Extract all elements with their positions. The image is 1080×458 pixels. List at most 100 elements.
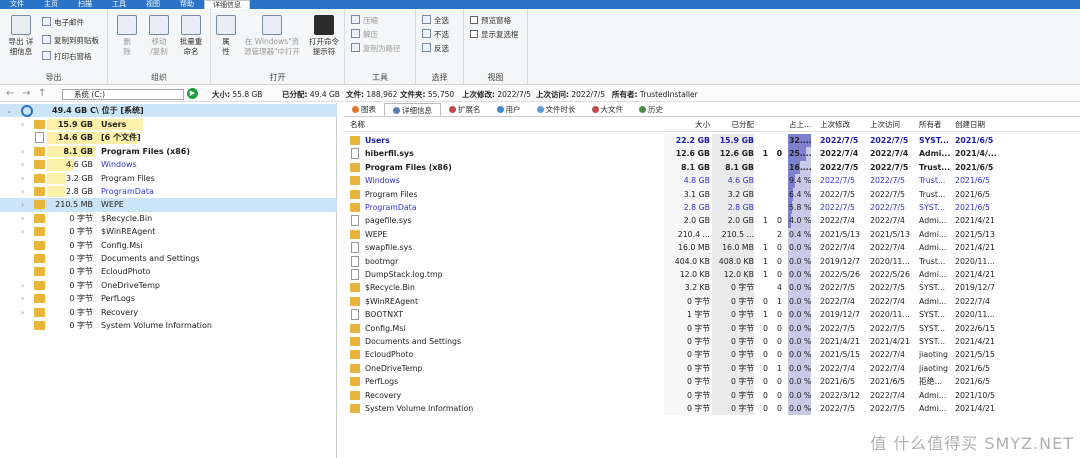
show-checkboxes-checkbox[interactable]: 显示复选框 <box>470 29 519 40</box>
table-row[interactable]: Program Files (x86) 8.1 GB 8.1 GB 16.... 202… <box>344 160 1080 175</box>
tab-1[interactable]: 主页 <box>34 0 68 9</box>
table-row[interactable]: Documents and Settings 0 字节 0 字节 0 0 0.0 % 202… <box>344 335 1080 349</box>
table-row[interactable]: Program Files 3.1 GB 3.2 GB 6.4 % 2022/7/5 20… <box>344 187 1080 201</box>
table-row[interactable]: Windows 4.8 GB 4.6 GB 9.4 % 2022/7/5 2022/7/5… <box>344 174 1080 188</box>
tree-item[interactable]: › 0 字节 OneDriveTemp <box>0 279 337 292</box>
chevron-right-icon[interactable]: › <box>21 172 24 185</box>
tree-item[interactable]: › 15.9 GB Users <box>0 118 337 131</box>
cell-accessed: 2020/11... <box>870 256 910 266</box>
table-row[interactable]: $Recycle.Bin 3.2 KB 0 字节 4 0.0 % 2022/7/5 2022… <box>344 281 1080 295</box>
up-icon[interactable]: ↑ <box>38 88 46 99</box>
chevron-right-icon[interactable]: › <box>21 292 24 305</box>
view-tab-0[interactable]: 图表 <box>344 103 384 116</box>
tree-item[interactable]: › 0 字节 Recovery <box>0 306 337 319</box>
tree-item[interactable]: › 3.2 GB Program Files <box>0 172 337 185</box>
header-size[interactable]: 大小 <box>664 118 710 132</box>
view-tab-5[interactable]: 大文件 <box>584 103 632 116</box>
copy-clipboard-button[interactable]: 复制到剪贴板 <box>42 35 99 46</box>
copy-path-button[interactable]: 复制为路径 <box>351 43 401 54</box>
tab-4[interactable]: 视图 <box>136 0 170 9</box>
tree-item[interactable]: 0 字节 Documents and Settings <box>0 252 337 265</box>
table-row[interactable]: Config.Msi 0 字节 0 字节 0 0 0.0 % 2022/7/5 2022/7/… <box>344 321 1080 335</box>
tree-item[interactable]: 14.6 GB [6 个文件] <box>0 131 337 144</box>
tab-2[interactable]: 扫描 <box>68 0 102 9</box>
preview-pane-checkbox[interactable]: 预览窗格 <box>470 15 511 26</box>
print-pane-button[interactable]: 打印右窗格 <box>42 51 92 62</box>
cell-size: 0 字节 <box>664 402 710 416</box>
delete-button[interactable]: 删 除 <box>114 15 140 57</box>
table-row[interactable]: BOOTNXT 1 字节 0 字节 1 0 0.0 % 2019/12/7 2020/11..… <box>344 308 1080 322</box>
chevron-right-icon[interactable]: › <box>21 145 24 158</box>
folder-icon <box>350 404 360 413</box>
chevron-down-icon[interactable]: ⌄ <box>6 104 13 117</box>
tree-item[interactable]: 0 字节 Config.Msi <box>0 239 337 252</box>
table-row[interactable]: EcloudPhoto 0 字节 0 字节 0 0 0.0 % 2021/5/15 2022/… <box>344 348 1080 362</box>
email-button[interactable]: 电子邮件 <box>42 17 84 28</box>
back-icon[interactable]: ← <box>6 88 14 99</box>
table-row[interactable]: PerfLogs 0 字节 0 字节 0 0 0.0 % 2021/6/5 2021/6/5 拒… <box>344 375 1080 389</box>
stat-size-value: 55.8 GB <box>232 90 263 99</box>
tree-item[interactable]: › 0 字节 $Recycle.Bin <box>0 212 337 225</box>
header-modified[interactable]: 上次修改 <box>820 118 850 132</box>
compress-button[interactable]: 压缩 <box>351 15 378 26</box>
tab-5[interactable]: 帮助 <box>170 0 204 9</box>
chevron-right-icon[interactable]: › <box>21 118 24 131</box>
tab-0[interactable]: 文件 <box>0 0 34 9</box>
header-accessed[interactable]: 上次访问 <box>870 118 900 132</box>
tab-3[interactable]: 工具 <box>102 0 136 9</box>
table-row[interactable]: swapfile.sys 16.0 MB 16.0 MB 1 0 0.0 % 2022/7/… <box>344 241 1080 255</box>
header-name[interactable]: 名称 <box>350 118 365 132</box>
select-none-button[interactable]: 不选 <box>422 29 449 40</box>
chevron-right-icon[interactable]: › <box>21 279 24 292</box>
open-explorer-button[interactable]: 在 Windows"资 源管理器"中打开 <box>239 15 305 57</box>
scan-button[interactable]: ▶ <box>187 88 198 99</box>
header-created[interactable]: 创建日期 <box>955 118 985 132</box>
batch-rename-button[interactable]: 批量重 命名 <box>174 15 208 57</box>
chevron-right-icon[interactable]: › <box>21 158 24 171</box>
view-tab-1[interactable]: 详细信息 <box>384 103 441 116</box>
table-row[interactable]: System Volume Information 0 字节 0 字节 0 0 0.0 %… <box>344 402 1080 416</box>
tree-item[interactable]: › 8.1 GB Program Files (x86) <box>0 145 337 158</box>
table-row[interactable]: pagefile.sys 2.0 GB 2.0 GB 1 0 4.0 % 2022/7/4 2… <box>344 214 1080 228</box>
header-allocated[interactable]: 已分配 <box>712 118 755 132</box>
drive-select[interactable]: 系统 (C:) <box>62 89 184 100</box>
tree-item[interactable]: › 0 字节 $WinREAgent <box>0 225 337 238</box>
tree-item[interactable]: 0 字节 System Volume Information <box>0 319 337 332</box>
table-row[interactable]: ProgramData 2.8 GB 2.8 GB 5.8 % 2022/7/5 2022… <box>344 201 1080 215</box>
export-details-button[interactable]: 导出 详 细信息 <box>4 15 38 57</box>
tree-item[interactable]: 0 字节 EcloudPhoto <box>0 265 337 278</box>
tree-root[interactable]: ⌄ 49.4 GB C\ 位于 [系统] <box>0 104 337 118</box>
table-row[interactable]: $WinREAgent 0 字节 0 字节 0 1 0.0 % 2022/7/4 2022/7… <box>344 294 1080 309</box>
chevron-right-icon[interactable]: › <box>21 198 24 211</box>
view-tab-6[interactable]: 历史 <box>631 103 671 116</box>
open-cmd-button[interactable]: 打开命令 提示符 <box>305 15 343 57</box>
view-tab-3[interactable]: 用户 <box>489 103 529 116</box>
properties-button[interactable]: 属 性 <box>215 15 237 57</box>
tab-6[interactable]: 详细信息 <box>204 0 250 9</box>
table-row[interactable]: hiberfil.sys 12.6 GB 12.6 GB 1 0 25.... 2022/7… <box>344 147 1080 161</box>
header-percent[interactable]: 占上... <box>789 118 811 132</box>
chevron-right-icon[interactable]: › <box>21 185 24 198</box>
header-owner[interactable]: 所有者 <box>919 118 942 132</box>
table-row[interactable]: DumpStack.log.tmp 12.0 KB 12.0 KB 1 0 0.0 % 20… <box>344 268 1080 282</box>
chevron-right-icon[interactable]: › <box>21 225 24 238</box>
table-row[interactable]: OneDriveTemp 0 字节 0 字节 0 1 0.0 % 2022/7/4 2022/… <box>344 361 1080 376</box>
decompress-button[interactable]: 解压 <box>351 29 378 40</box>
table-row[interactable]: Recovery 0 字节 0 字节 0 0 0.0 % 2022/3/12 2022/7/4… <box>344 388 1080 402</box>
table-row[interactable]: Users 22.2 GB 15.9 GB 32.... 2022/7/5 2022/7/… <box>344 134 1080 148</box>
chevron-right-icon[interactable]: › <box>21 306 24 319</box>
view-tab-2[interactable]: 扩展名 <box>441 103 489 116</box>
tree-item[interactable]: › 210.5 MB WEPE <box>0 198 337 212</box>
table-row[interactable]: bootmgr 404.0 KB 408.0 KB 1 0 0.0 % 2019/12/7 2… <box>344 254 1080 268</box>
select-all-button[interactable]: 全选 <box>422 15 449 26</box>
invert-selection-label: 反选 <box>434 44 449 53</box>
move-copy-button[interactable]: 移动 /复制 <box>144 15 174 57</box>
tree-item[interactable]: › 2.8 GB ProgramData <box>0 185 337 198</box>
view-tab-4[interactable]: 文件时长 <box>529 103 584 116</box>
forward-icon[interactable]: → <box>22 88 30 99</box>
invert-selection-button[interactable]: 反选 <box>422 43 449 54</box>
chevron-right-icon[interactable]: › <box>21 212 24 225</box>
tree-item[interactable]: › 4.6 GB Windows <box>0 158 337 171</box>
table-row[interactable]: WEPE 210.4 ... 210.5 ... 2 0.4 % 2021/5/13 202… <box>344 227 1080 242</box>
tree-item[interactable]: › 0 字节 PerfLogs <box>0 292 337 305</box>
